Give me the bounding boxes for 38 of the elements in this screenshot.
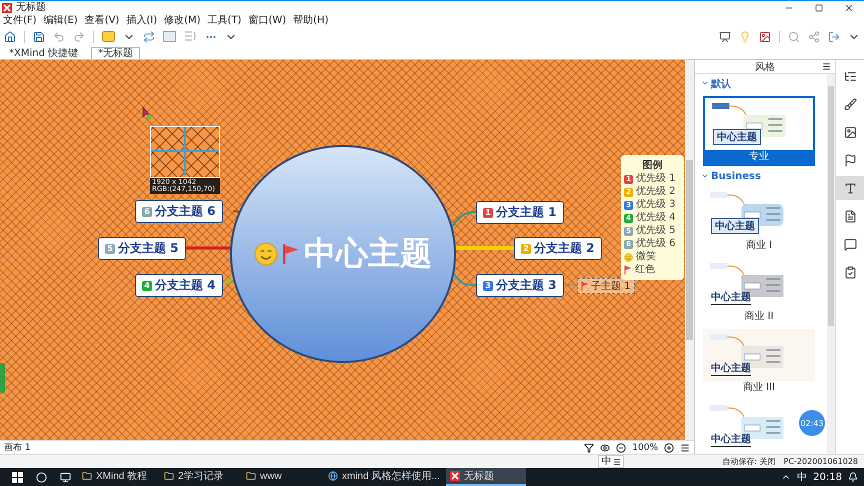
subtopic-text: 子主题 1 — [591, 280, 631, 293]
user-name: PC-202001061028 — [784, 457, 858, 466]
legend-label: 优先级 3 — [636, 199, 676, 211]
branch-topic-text: 分支主题 2 — [534, 240, 595, 257]
autosave-status: 自动保存: 关闭 — [722, 456, 776, 467]
timer-toast: 02:43 — [799, 410, 825, 436]
priority-badge: 1 — [483, 208, 493, 218]
preview-center-text: 中心主题 — [711, 432, 751, 447]
legend-label: 优先级 2 — [636, 186, 676, 198]
style-name: 商业 II — [743, 310, 775, 324]
style-name: 商业 III — [742, 381, 776, 395]
legend-label: 优先级 4 — [636, 212, 676, 224]
style-name: 商业 I — [744, 239, 774, 253]
branch-topic-text: 分支主题 1 — [496, 204, 557, 221]
central-topic-text: 中心主题 — [304, 233, 432, 274]
style-name: 专业 — [748, 150, 770, 164]
priority-badge: 4 — [142, 280, 152, 290]
priority-badge: 3 — [483, 280, 493, 290]
branch-topic-text: 分支主题 5 — [118, 240, 179, 257]
preview-center-text: 中心主题 — [711, 218, 759, 234]
legend-label: 优先级 1 — [636, 173, 676, 185]
legend-title: 图例 — [642, 158, 664, 172]
legend-label: 红色 — [635, 264, 655, 276]
priority-badge: 2 — [521, 244, 531, 254]
legend-label: 优先级 5 — [636, 225, 676, 237]
branch-topic-text: 分支主题 6 — [155, 203, 216, 220]
preview-center-text: 中心主题 — [711, 361, 751, 376]
legend-label: 优先级 6 — [636, 238, 676, 250]
window-title: 无标题 — [16, 2, 47, 14]
preview-center-text: 中心主题 — [713, 129, 761, 145]
panel-title: 风格 — [755, 60, 775, 74]
branch-topic-text: 分支主题 4 — [155, 277, 216, 294]
preview-center-text: 中心主题 — [711, 290, 751, 305]
branch-topic-text: 分支主题 3 — [496, 277, 557, 294]
priority-badge: 5 — [105, 244, 115, 254]
zoom-level: 100% — [632, 442, 658, 452]
legend-label: 微笑 — [636, 251, 656, 263]
priority-badge: 6 — [142, 206, 152, 216]
